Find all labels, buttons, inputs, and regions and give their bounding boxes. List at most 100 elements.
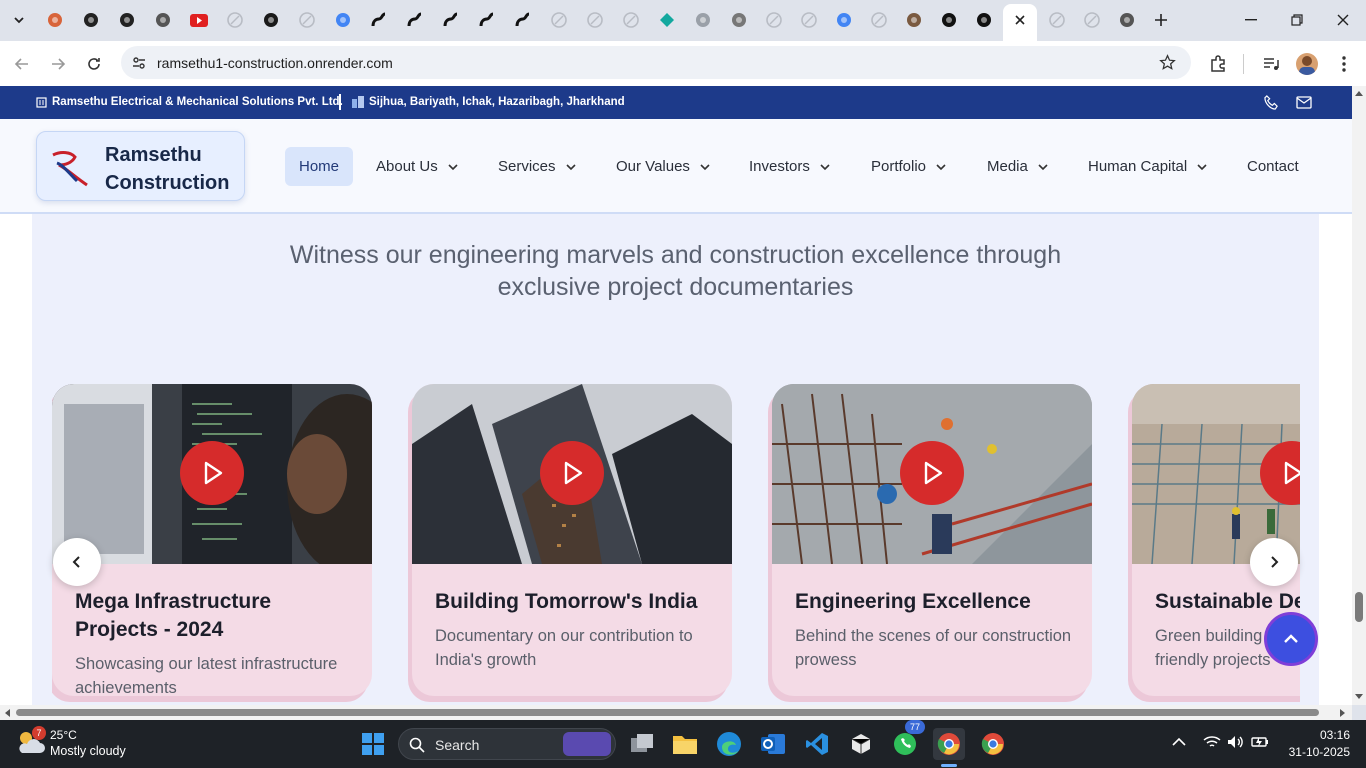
nav-services[interactable]: Services [498,147,576,186]
logo-mark-icon [52,151,88,187]
blank-icon[interactable] [868,9,890,31]
blank-icon[interactable] [584,9,606,31]
whatsapp-icon[interactable]: 77 [889,720,925,760]
carousel-prev-button[interactable] [53,538,101,586]
video-card[interactable]: Building Tomorrow's India Documentary on… [412,384,732,696]
blank-icon[interactable] [1046,9,1068,31]
task-view-icon[interactable] [626,728,658,760]
mail-icon[interactable] [1296,96,1312,109]
google-icon[interactable] [332,9,354,31]
phone-icon[interactable] [1264,95,1279,110]
video-card[interactable]: Mega Infrastructure Projects - 2024 Show… [52,384,372,696]
extensions-icon[interactable] [1206,52,1230,76]
divider [339,94,341,110]
app-box-icon[interactable] [845,728,877,760]
site-logo[interactable]: Ramsethu Construction [36,131,245,201]
bookmark-star-icon[interactable] [1159,54,1176,71]
blank-icon[interactable] [224,9,246,31]
video-card[interactable]: Engineering Excellence Behind the scenes… [772,384,1092,696]
chrome-icon[interactable] [1116,9,1138,31]
url-text: ramsethu1-construction.onrender.com [157,55,393,71]
blank-icon[interactable] [620,9,642,31]
weather-temp: 25°C [50,728,77,742]
carousel-next-button[interactable] [1250,538,1298,586]
edge-icon[interactable] [713,728,745,760]
windows-start-icon[interactable] [357,728,389,760]
render-icon[interactable] [440,9,462,31]
back-icon[interactable] [10,52,34,76]
card-description: Showcasing our latest infrastructure ach… [75,655,338,696]
show-hidden-icons-icon[interactable] [1172,737,1186,747]
active-app-indicator [941,764,957,767]
avatar-icon[interactable] [903,9,925,31]
menu-kebab-icon[interactable] [1332,52,1356,76]
restore-icon[interactable] [1277,8,1317,32]
close-window-icon[interactable] [1323,8,1363,32]
google-icon[interactable] [833,9,855,31]
nav-investors[interactable]: Investors [749,147,830,186]
render-icon[interactable] [404,9,426,31]
site-info-icon[interactable] [131,55,147,71]
nav-portfolio[interactable]: Portfolio [871,147,946,186]
nav-media[interactable]: Media [987,147,1048,186]
blank-icon[interactable] [548,9,570,31]
youtube-icon[interactable] [188,9,210,31]
chrome-profile-icon[interactable] [977,728,1009,760]
vscode-icon[interactable] [801,728,833,760]
weather-widget[interactable]: 7 [16,726,46,757]
nav-home[interactable]: Home [285,147,354,186]
weather-badge: 7 [32,726,46,740]
minimize-icon[interactable] [1231,8,1271,32]
battery-icon[interactable] [1251,735,1269,749]
play-button[interactable] [540,441,604,505]
scroll-to-top-button[interactable] [1264,612,1318,666]
perplexity-icon[interactable] [260,9,282,31]
blank-icon[interactable] [1081,9,1103,31]
claude-icon[interactable] [44,9,66,31]
openai-icon[interactable] [80,9,102,31]
profile-avatar[interactable] [1295,52,1319,76]
reload-icon[interactable] [82,52,106,76]
media-controls-icon[interactable] [1259,52,1283,76]
tab-search-icon[interactable] [8,9,30,31]
grid-icon[interactable] [728,9,750,31]
nav-our-values[interactable]: Our Values [616,147,710,186]
volume-icon[interactable] [1227,735,1245,749]
gemini-icon[interactable] [656,9,678,31]
new-tab-icon[interactable] [1150,9,1172,31]
taskbar-search[interactable]: Search [398,728,616,760]
x-icon[interactable] [116,9,138,31]
blank-icon[interactable] [798,9,820,31]
vertical-scrollbar[interactable] [1352,86,1366,705]
file-explorer-icon[interactable] [669,728,701,760]
address-bar[interactable]: ramsethu1-construction.onrender.com [121,46,1191,79]
chrome-icon[interactable] [152,9,174,31]
card-description: Behind the scenes of our construction pr… [795,627,1072,669]
github-icon[interactable] [973,9,995,31]
outlook-icon[interactable] [757,728,789,760]
card-title: Mega Infrastructure Projects - 2024 [75,590,272,641]
github-icon[interactable] [938,9,960,31]
top-info-bar: Ramsethu Electrical & Mechanical Solutio… [0,86,1352,119]
chevron-down-icon [565,163,576,170]
nav-about[interactable]: About Us [376,147,458,186]
play-button[interactable] [900,441,964,505]
chrome-icon[interactable] [933,728,965,760]
chevron-down-icon [936,163,946,170]
blank-icon[interactable] [763,9,785,31]
wifi-icon[interactable] [1203,735,1221,749]
render-icon[interactable] [476,9,498,31]
render-icon[interactable] [368,9,390,31]
play-icon [924,461,943,485]
blank-icon[interactable] [296,9,318,31]
company-address: Sijhua, Bariyath, Ichak, Hazaribagh, Jha… [369,96,625,108]
horizontal-scrollbar[interactable] [0,705,1352,720]
play-button[interactable] [180,441,244,505]
vercel-icon[interactable] [692,9,714,31]
video-carousel: Mega Infrastructure Projects - 2024 Show… [52,384,1300,705]
nav-human-capital[interactable]: Human Capital [1088,147,1207,186]
forward-icon[interactable] [46,52,70,76]
nav-contact[interactable]: Contact [1247,147,1299,186]
render-icon[interactable] [512,9,534,31]
close-icon[interactable] [1009,9,1031,31]
